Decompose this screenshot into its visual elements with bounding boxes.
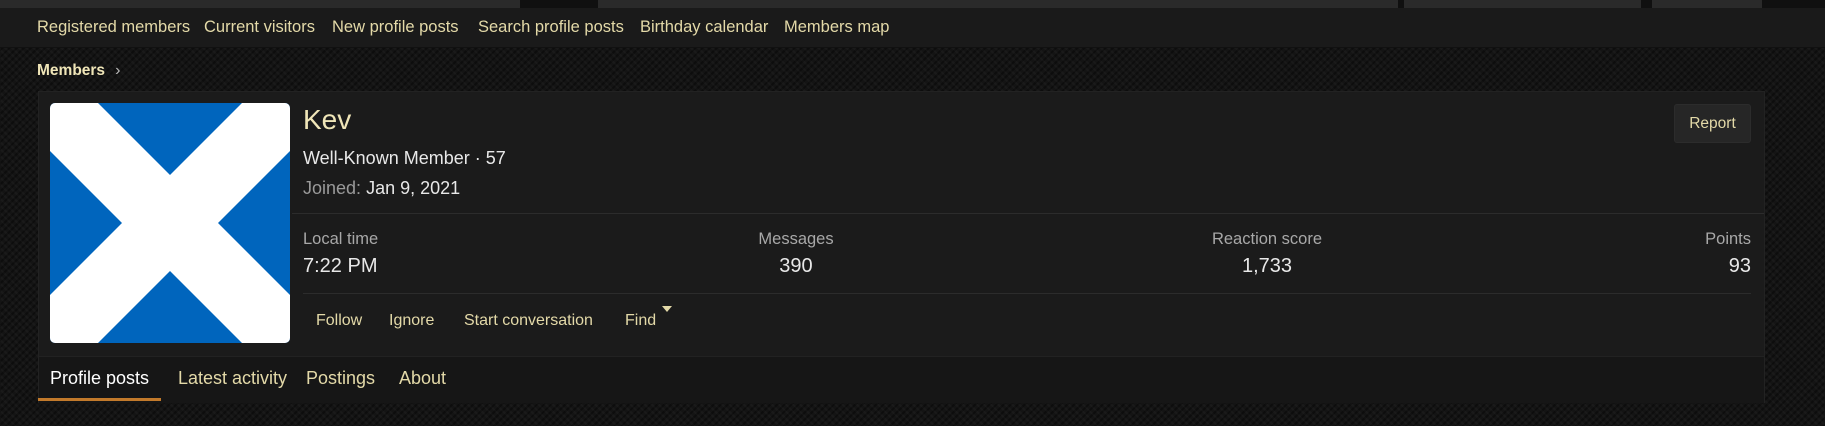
tab-latest-activity[interactable]: Latest activity — [166, 357, 299, 401]
subnav-new-profile-posts[interactable]: New profile posts — [332, 8, 459, 46]
ignore-button[interactable]: Ignore — [389, 306, 434, 336]
subnav-search-profile-posts[interactable]: Search profile posts — [478, 8, 624, 46]
stat-value[interactable]: 390 — [758, 255, 833, 278]
avatar-image — [50, 103, 290, 343]
profile-tabs: Profile posts Latest activity Postings A… — [38, 356, 1764, 403]
find-label: Find — [625, 312, 657, 329]
stat-value[interactable]: 93 — [1705, 255, 1751, 278]
stat-label: Messages — [758, 230, 834, 248]
top-nav-segment — [0, 0, 520, 8]
member-profile-card: Kev Well-Known Member · 57 Joined: Jan 9… — [38, 91, 1765, 403]
joined-date: Jan 9, 2021 — [366, 178, 461, 198]
stat-messages: Messages 390 — [758, 230, 833, 278]
subnav-current-visitors[interactable]: Current visitors — [204, 8, 315, 46]
member-joined: Joined: Jan 9, 2021 — [303, 178, 460, 199]
caret-down-icon — [662, 306, 673, 312]
stat-label: Points — [1705, 230, 1751, 248]
tab-postings[interactable]: Postings — [294, 357, 387, 401]
divider — [292, 213, 1764, 214]
report-button[interactable]: Report — [1674, 104, 1751, 143]
stat-reaction-score: Reaction score 1,733 — [1212, 230, 1322, 278]
stat-value: 1,733 — [1241, 255, 1293, 277]
joined-label: Joined: — [303, 178, 362, 198]
stat-local-time: Local time 7:22 PM — [303, 230, 378, 278]
stat-label: Local time — [303, 230, 379, 248]
member-title: Well-Known Member · 57 — [303, 148, 506, 168]
top-nav-segment — [1404, 0, 1641, 8]
member-name[interactable]: Kev — [303, 104, 351, 136]
members-subnav: Registered members Current visitors New … — [0, 8, 1825, 48]
top-nav-strip — [0, 0, 1825, 8]
stat-label: Reaction score — [1211, 230, 1323, 248]
breadcrumb: Members › — [37, 62, 120, 80]
divider — [303, 293, 1751, 294]
subnav-birthday-calendar[interactable]: Birthday calendar — [640, 8, 768, 46]
breadcrumb-members-link[interactable]: Members — [37, 62, 105, 80]
top-nav-segment — [1652, 0, 1762, 8]
find-menu-button[interactable]: Find — [625, 306, 673, 336]
follow-button[interactable]: Follow — [316, 306, 362, 336]
saltire-flag-icon[interactable] — [50, 103, 290, 343]
subnav-members-map[interactable]: Members map — [784, 8, 889, 46]
chevron-right-icon: › — [115, 62, 121, 79]
stat-value: 7:22 PM — [303, 255, 378, 277]
top-nav-segment — [598, 0, 1398, 8]
tab-profile-posts[interactable]: Profile posts — [38, 357, 162, 401]
stat-points: Points 93 — [1705, 230, 1751, 278]
subnav-registered-members[interactable]: Registered members — [37, 8, 190, 46]
tab-about[interactable]: About — [387, 357, 458, 401]
start-conversation-button[interactable]: Start conversation — [464, 306, 593, 336]
